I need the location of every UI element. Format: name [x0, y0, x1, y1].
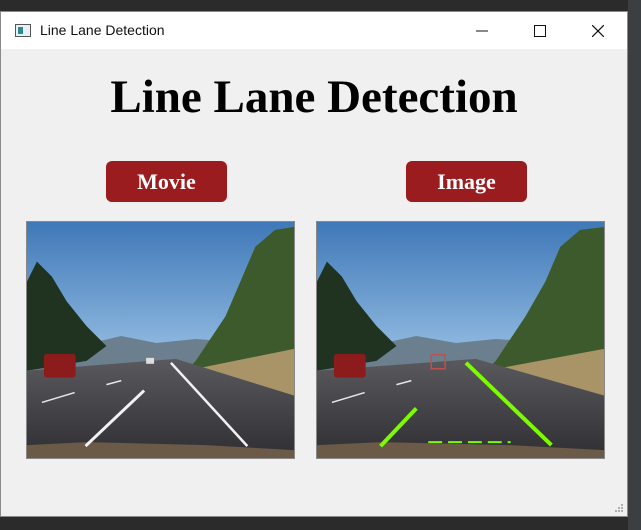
- image-button[interactable]: Image: [406, 161, 527, 202]
- close-button[interactable]: [569, 12, 627, 49]
- minimize-icon: [476, 30, 488, 31]
- resize-grip-icon[interactable]: [614, 503, 624, 513]
- app-window-icon: [15, 24, 31, 37]
- maximize-icon: [534, 24, 546, 37]
- window-title: Line Lane Detection: [40, 22, 165, 38]
- title-bar: Line Lane Detection: [1, 12, 627, 49]
- original-road-image: [26, 221, 295, 459]
- editor-scroll-strip: [628, 0, 641, 530]
- movie-button[interactable]: Movie: [106, 161, 227, 202]
- close-icon: [592, 24, 604, 37]
- page-title: Line Lane Detection: [110, 71, 518, 123]
- app-window: Line Lane Detection Line Lane Detection …: [0, 11, 628, 517]
- maximize-button[interactable]: [511, 12, 569, 49]
- minimize-button[interactable]: [453, 12, 511, 49]
- lane-detected-road-image: [316, 221, 605, 459]
